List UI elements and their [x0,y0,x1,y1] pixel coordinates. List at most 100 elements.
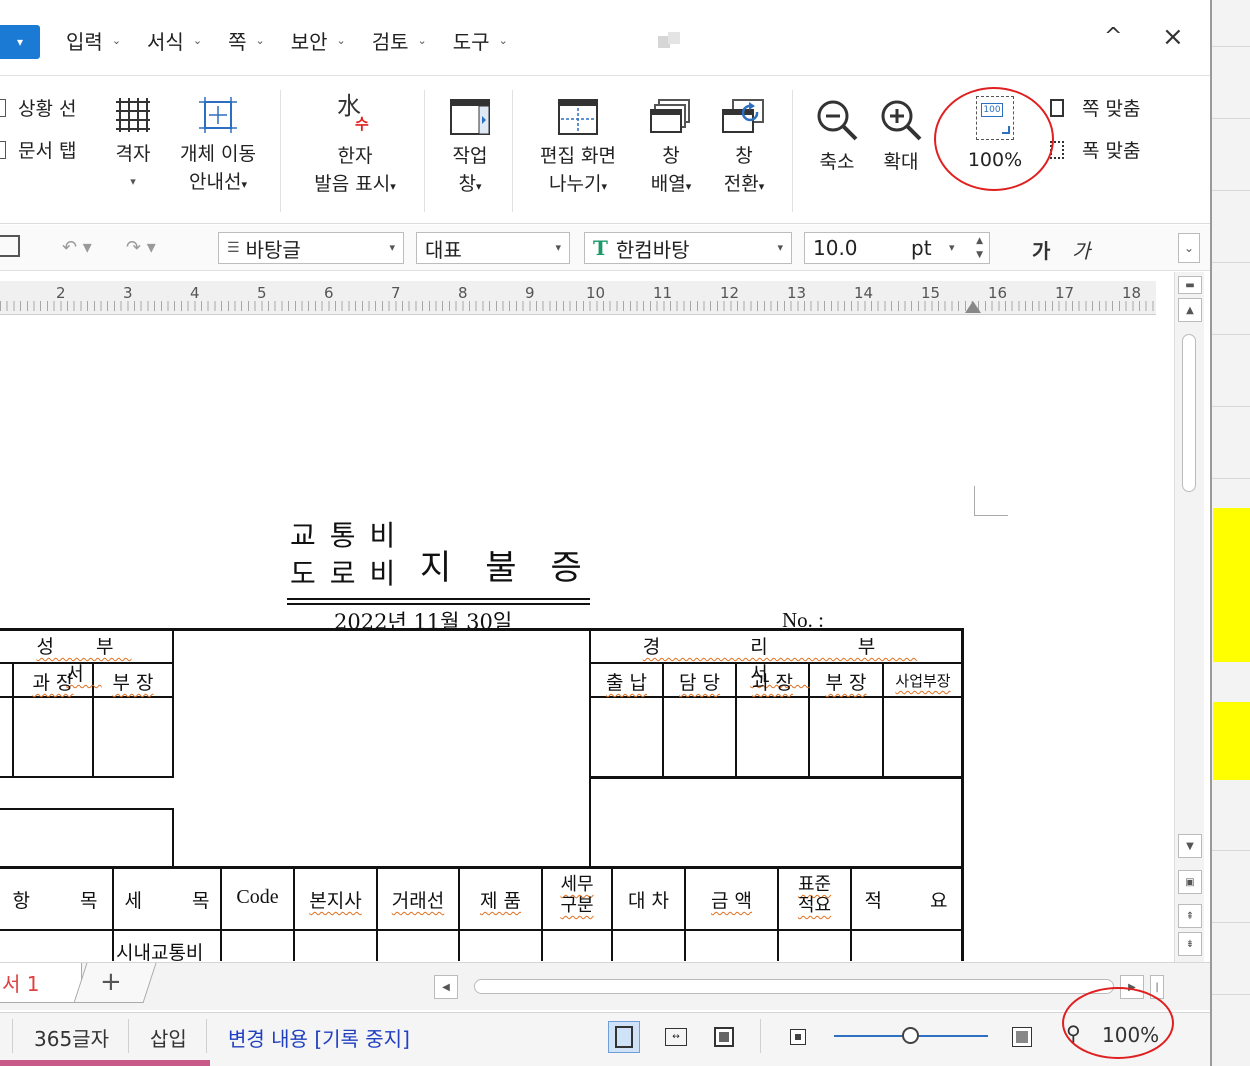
zoom-slider-thumb[interactable] [902,1027,919,1044]
undo-icon[interactable]: ↶ ▾ [62,237,92,258]
zoom-in-label: 확대 [883,151,919,173]
redo-icon[interactable]: ↷ ▾ [126,237,156,258]
double-chevron-up-icon: ⇞ [1185,910,1195,922]
file-menu-button[interactable]: ▾ [0,25,40,59]
fit-width-label: 폭 맞춤 [1082,140,1141,162]
italic-label: 가 [1072,239,1091,263]
more-tools-button[interactable]: ⌄ [1178,233,1200,263]
full-view-button[interactable] [708,1021,740,1053]
split-handle[interactable]: ▬ [1178,276,1202,294]
chevron-down-icon: ▾ [601,180,607,193]
scroll-down-button[interactable]: ▼ [1178,834,1202,858]
grid-icon [116,98,150,132]
background-window [1212,0,1250,1066]
scroll-left-button[interactable]: ◀ [434,975,458,999]
doc-tab-toggle[interactable]: 문서 탭 [0,136,76,163]
ruler-number: 10 [586,284,606,302]
menu-tools[interactable]: 도구 ⌄ [453,26,508,55]
page[interactable]: 교통비 도로비 지불증 2022년 11월 30일 No. : 성 부 서 과 … [0,326,1156,961]
char-count[interactable]: 365글자 [34,1023,109,1052]
language-select[interactable]: 대표 ▾ [416,232,570,264]
extension-icon[interactable] [656,30,684,54]
menu-review[interactable]: 검토 ⌄ [372,26,427,55]
switch-window-label: 창 [735,145,753,167]
plus-icon: + [100,967,122,997]
menu-label: 서식 [147,30,184,54]
switch-window-label-2: 전환 [723,173,759,195]
style-pane-icon[interactable] [0,235,20,257]
chevron-down-icon: ▾ [685,180,692,193]
menu-label: 검토 [371,30,409,54]
small-square-icon [790,1029,806,1045]
zoom-in-button[interactable]: 확대 [874,98,928,176]
ruler-number: 14 [854,284,874,302]
table-line [850,866,852,961]
page-icon: ▣ [1185,876,1195,888]
table-line [112,866,114,961]
chevron-down-icon: ▾ [555,241,561,254]
stepper-icon[interactable]: ▲ ▼ [976,234,983,262]
font-size-select[interactable]: 10.0 pt ▾ ▲ ▼ [804,232,990,264]
column-header: 항 목 [12,890,98,912]
scroll-up-button[interactable]: ▲ [1178,298,1202,322]
menu-format[interactable]: 서식 ⌄ [147,26,202,55]
page-select-button[interactable]: ▣ [1178,870,1202,894]
table-line [611,866,613,961]
situation-line-toggle[interactable]: 상황 선 [0,94,76,121]
menu-security[interactable]: 보안 ⌄ [291,26,346,55]
task-pane-label-2: 창 [458,173,476,195]
add-tab-button[interactable]: + [100,967,122,997]
document-tab[interactable]: 서 1 [0,963,82,1003]
hanja-pronunciation-button[interactable]: 水 수 한자 발음 표시▾ [300,92,410,201]
fit-page-button[interactable]: 쪽 맞춤 [1050,94,1140,121]
italic-button[interactable]: 가 [1072,235,1090,264]
ruler-number: 16 [988,284,1008,302]
vertical-scroll-thumb[interactable] [1182,334,1196,492]
prev-page-button[interactable]: ⇞ [1178,904,1202,928]
table-line [293,866,295,961]
zoom-out-label: 축소 [819,151,855,173]
table-line [589,696,963,698]
status-separator [760,1019,761,1053]
page-view-button[interactable] [608,1021,640,1053]
triangle-left-icon: ◀ [442,981,450,993]
insert-mode[interactable]: 삽입 [150,1023,187,1052]
zoom-page-button[interactable] [1006,1021,1038,1053]
split-view-button[interactable]: 편집 화면 나누기▾ [530,98,626,201]
checkbox-icon [0,98,6,117]
switch-window-button[interactable]: 창 전환▾ [712,98,776,201]
style-select[interactable]: ☰ 바탕글 ▾ [218,232,404,264]
ruler-number: 8 [458,284,468,302]
task-pane-label: 작업 [452,145,488,167]
object-guide-button[interactable]: 개체 이동 안내선▾ [174,96,262,199]
menu-page[interactable]: 쪽 ⌄ [228,26,265,55]
fit-width-button[interactable]: 폭 맞춤 [1050,136,1140,163]
close-button[interactable]: × [1162,22,1184,52]
grid-button[interactable]: 격자 ▾ [108,96,158,196]
menu-input[interactable]: 입력 ⌄ [66,26,121,55]
font-select[interactable]: T 한컴바탕 ▾ [584,232,792,264]
font-size-unit: pt [911,236,932,260]
table-cell[interactable]: 시내교통비 [116,938,220,961]
guide-lines-icon [199,97,237,133]
font-value: 한컴바탕 [615,237,690,262]
zoom-in-icon [881,100,922,141]
arrange-windows-button[interactable]: 창 배열▾ [640,98,702,201]
task-pane-button[interactable]: 작업 창▾ [440,98,500,201]
zoom-out-button[interactable]: 축소 [810,98,864,176]
horizontal-scroll-thumb[interactable] [474,979,1114,994]
bold-button[interactable]: 가 [1032,235,1050,264]
next-page-button[interactable]: ⇟ [1178,932,1202,956]
horizontal-ruler[interactable]: 2 3 4 5 6 7 8 9 10 11 12 13 14 15 16 17 … [0,281,1156,315]
width-view-button[interactable]: ↔ [660,1021,692,1053]
zoom-minimum-button[interactable] [782,1021,814,1053]
vertical-scrollbar[interactable]: ▬ ▲ ▼ ▣ ⇞ ⇟ [1174,272,1204,962]
status-separator [128,1019,129,1053]
situation-line-label: 상황 선 [18,98,77,120]
document-area[interactable]: 교통비 도로비 지불증 2022년 11월 30일 No. : 성 부 서 과 … [0,316,1174,961]
group-separator [792,90,793,212]
collapse-ribbon-button[interactable]: ^ [1104,24,1122,49]
right-margin-marker[interactable] [965,301,981,313]
horizontal-scrollbar[interactable]: ◀ ▶ | [430,973,1164,1001]
track-changes-status[interactable]: 변경 내용 [기록 중지] [228,1023,410,1052]
